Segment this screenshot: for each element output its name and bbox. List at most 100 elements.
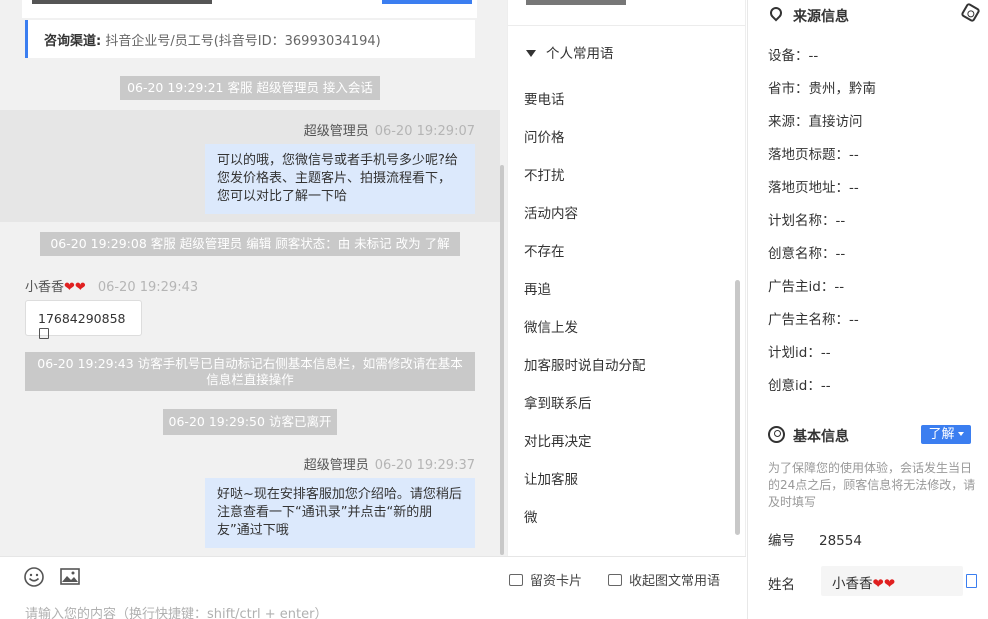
chat-scrollbar[interactable]	[500, 165, 504, 555]
phrase-group-label: 个人常用语	[546, 46, 614, 62]
collapse-phrases-button[interactable]: 收起图文常用语	[608, 570, 720, 589]
chat-history[interactable]: 咨询渠道: 抖音企业号/员工号(抖音号ID：36993034194) 06-20…	[0, 0, 507, 556]
info-field-creative-name: 创意名称：--	[768, 242, 845, 262]
info-field-advertiser-id: 广告主id：--	[768, 275, 844, 295]
field-value: --	[849, 180, 859, 196]
field-label: 创意id：	[768, 378, 821, 394]
field-value: --	[849, 147, 859, 163]
info-field-source: 来源：直接访问	[768, 110, 863, 130]
info-field-creative-id: 创意id：--	[768, 374, 831, 394]
message-header: 超级管理员 06-20 19:29:07	[304, 120, 475, 139]
field-label: 广告主名称：	[768, 312, 849, 328]
sender-name: 超级管理员	[303, 458, 369, 473]
cut-off-group-header	[526, 0, 626, 5]
field-label: 广告主id：	[768, 279, 835, 295]
cut-off-header-card	[22, 0, 477, 18]
message-header: 小香香❤❤ 06-20 19:29:43	[25, 276, 198, 295]
phrase-item[interactable]: 微	[524, 506, 538, 526]
message-time: 06-20 19:29:37	[374, 458, 475, 473]
field-label: 来源：	[768, 114, 809, 130]
emoji-icon[interactable]	[23, 566, 45, 588]
channel-label: 咨询渠道:	[44, 34, 102, 49]
phrase-item[interactable]: 对比再决定	[524, 430, 592, 450]
phrases-panel: 个人常用语 要电话 问价格 不打扰 活动内容 不存在 再追 微信上发 加客服时说…	[507, 0, 746, 556]
caret-down-icon	[526, 50, 536, 57]
operator-message-bubble: 好哒~现在安排客服加您介绍哈。请您稍后注意查看一下“通讯录”并点击“新的朋友”通…	[205, 478, 475, 548]
phrase-item[interactable]: 再追	[524, 278, 551, 298]
field-value: 直接访问	[808, 114, 863, 130]
collapse-phrases-label: 收起图文常用语	[629, 574, 721, 589]
field-value: --	[835, 246, 846, 262]
info-field-plan-name: 计划名称：--	[768, 209, 845, 229]
field-label: 落地页地址：	[768, 180, 849, 196]
field-value: --	[849, 312, 859, 328]
info-field-plan-id: 计划id：--	[768, 341, 831, 361]
field-value: --	[835, 213, 846, 229]
caret-down-icon	[957, 432, 964, 436]
name-field[interactable]: 小香香❤❤	[821, 566, 963, 596]
phrase-item[interactable]: 活动内容	[524, 202, 578, 222]
settings-icon[interactable]	[960, 2, 981, 23]
location-pin-icon	[767, 4, 785, 22]
user-icon	[768, 426, 785, 443]
field-label: 编号	[768, 533, 795, 549]
name-value: 小香香	[832, 576, 873, 592]
field-value: --	[820, 378, 831, 394]
basic-info-title: 基本信息	[793, 429, 849, 445]
phrase-item[interactable]: 要电话	[524, 88, 565, 108]
heart-icon: ❤	[872, 576, 884, 592]
edit-deadline-notice: 为了保障您的使用体验，会话发生当日的24点之后，顾客信息将无法修改，请及时填写	[768, 461, 976, 509]
system-message: 06-20 19:29:21 客服 超级管理员 接入会话	[120, 76, 380, 100]
heart-icon: ❤	[74, 280, 86, 295]
system-message: 06-20 19:29:43 访客手机号已自动标记右侧基本信息栏，如需修改请在基…	[25, 352, 475, 391]
sender-name: 超级管理员	[303, 124, 369, 139]
message-time: 06-20 19:29:43	[97, 280, 199, 295]
customer-status-dropdown[interactable]: 了解	[921, 425, 971, 444]
copy-icon[interactable]	[966, 574, 977, 588]
phone-message-card: 17684290858	[25, 300, 142, 339]
image-icon[interactable]	[59, 566, 81, 588]
card-icon	[509, 574, 523, 586]
field-label: 计划名称：	[768, 213, 836, 229]
info-field-device: 设备：--	[768, 44, 818, 64]
phrase-item[interactable]: 问价格	[524, 126, 565, 146]
channel-value: 抖音企业号/员工号(抖音号ID：36993034194)	[105, 34, 381, 49]
name-label: 姓名	[768, 577, 795, 593]
phrase-item[interactable]: 微信上发	[524, 316, 578, 336]
info-field-region: 省市：贵州，黔南	[768, 77, 876, 97]
customer-info-panel: 来源信息 设备：-- 省市：贵州，黔南 来源：直接访问 落地页标题：-- 落地页…	[747, 0, 988, 619]
field-value: 贵州，黔南	[808, 81, 877, 97]
copy-icon[interactable]	[39, 328, 49, 339]
field-label: 设备：	[768, 48, 809, 64]
phrase-item[interactable]: 不存在	[524, 240, 565, 260]
phrase-item[interactable]: 拿到联系后	[524, 392, 592, 412]
field-label: 计划id：	[768, 345, 821, 361]
message-time: 06-20 19:29:07	[374, 124, 475, 139]
heart-icon: ❤	[883, 576, 896, 592]
operator-message-bubble: 可以的哦，您微信号或者手机号多少呢?给您发价格表、主题客片、拍摄流程看下，您可以…	[205, 144, 475, 214]
chat-workspace: 咨询渠道: 抖音企业号/员工号(抖音号ID：36993034194) 06-20…	[0, 0, 988, 619]
info-field-landing-title: 落地页标题：--	[768, 143, 859, 163]
field-label: 落地页标题：	[768, 147, 849, 163]
source-info-title: 来源信息	[793, 9, 849, 25]
field-value: --	[834, 279, 845, 295]
divider	[508, 25, 745, 26]
message-header: 超级管理员 06-20 19:29:37	[304, 454, 475, 473]
field-value: --	[820, 345, 831, 361]
phrases-scrollbar[interactable]	[735, 280, 740, 535]
message-input[interactable]: 请输入您的内容（换行快捷键：shift/ctrl + enter）	[25, 603, 328, 619]
field-value: 28554	[819, 533, 862, 549]
info-field-landing-url: 落地页地址：--	[768, 176, 859, 196]
lead-card-label: 留资卡片	[530, 574, 583, 589]
info-field-id: 编号 28554	[768, 529, 862, 549]
info-field-advertiser-name: 广告主名称：--	[768, 308, 859, 328]
field-label: 创意名称：	[768, 246, 836, 262]
field-label: 省市：	[768, 81, 809, 97]
collapse-icon	[608, 574, 622, 586]
phrase-item[interactable]: 让加客服	[524, 468, 578, 488]
phrase-item[interactable]: 不打扰	[524, 164, 565, 184]
lead-card-button[interactable]: 留资卡片	[509, 570, 582, 589]
status-label: 了解	[928, 427, 955, 442]
phrase-group-personal[interactable]: 个人常用语	[526, 42, 614, 62]
phrase-item[interactable]: 加客服时说自动分配	[524, 354, 646, 374]
